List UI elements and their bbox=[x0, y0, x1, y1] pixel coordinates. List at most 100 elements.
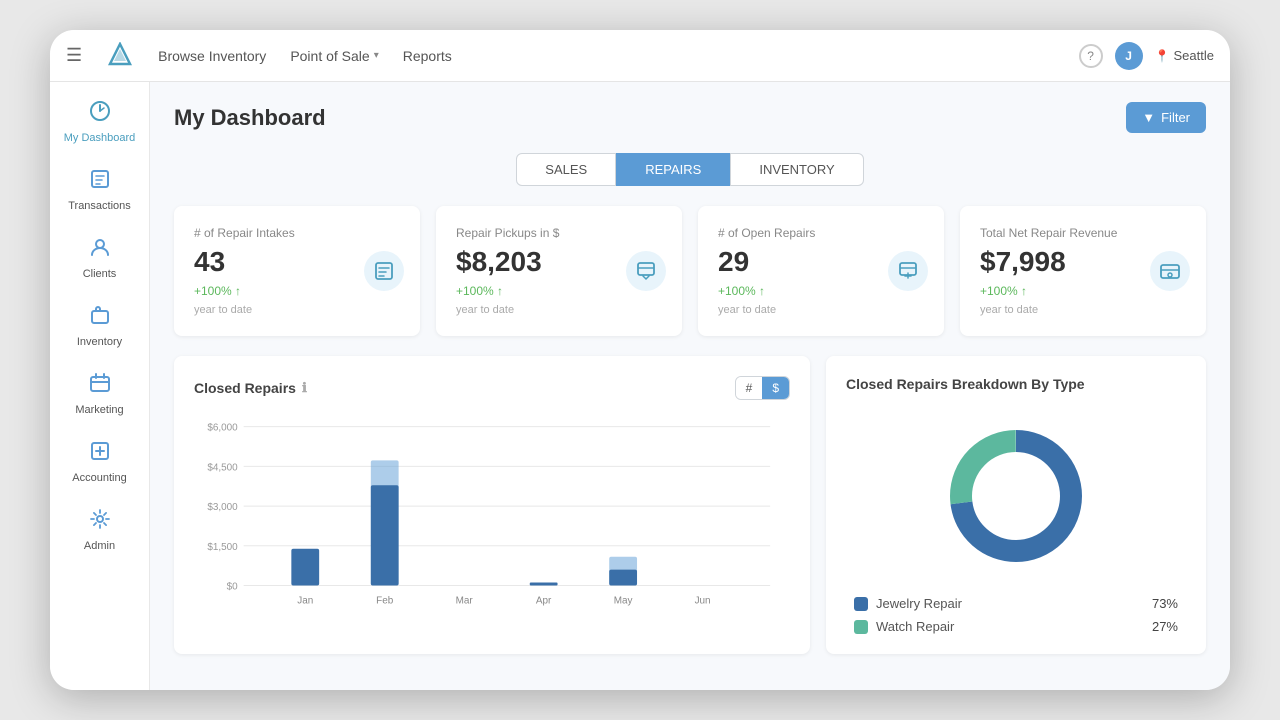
sidebar-label-admin: Admin bbox=[84, 540, 115, 552]
page-title: My Dashboard bbox=[174, 105, 326, 131]
dashboard-icon bbox=[89, 100, 111, 128]
sidebar: My Dashboard Transactions bbox=[50, 82, 150, 690]
sidebar-label-clients: Clients bbox=[83, 268, 117, 280]
legend-pct-jewelry: 73% bbox=[1152, 596, 1178, 611]
arrow-up-icon: ↑ bbox=[1021, 284, 1027, 298]
sidebar-item-admin[interactable]: Admin bbox=[55, 498, 145, 562]
stat-label-repair-intakes: # of Repair Intakes bbox=[194, 226, 400, 240]
location-pin-icon: 📍 bbox=[1155, 49, 1170, 63]
sidebar-item-transactions[interactable]: Transactions bbox=[55, 158, 145, 222]
info-icon[interactable]: ℹ bbox=[302, 380, 307, 396]
accounting-icon bbox=[89, 440, 111, 468]
tab-repairs[interactable]: REPAIRS bbox=[616, 153, 730, 186]
svg-text:Jun: Jun bbox=[695, 595, 711, 606]
svg-text:Feb: Feb bbox=[376, 595, 394, 606]
stat-card-net-revenue: Total Net Repair Revenue $7,998 +100% ↑ … bbox=[960, 206, 1206, 336]
donut-chart-svg bbox=[936, 416, 1096, 576]
sidebar-item-clients[interactable]: Clients bbox=[55, 226, 145, 290]
location-selector[interactable]: 📍 Seattle bbox=[1155, 48, 1214, 63]
content-header: My Dashboard ▼ Filter bbox=[174, 102, 1206, 133]
closed-repairs-chart: Closed Repairs ℹ # $ bbox=[174, 356, 810, 654]
stat-label-repair-pickups: Repair Pickups in $ bbox=[456, 226, 662, 240]
legend-label-watch: Watch Repair bbox=[876, 619, 1152, 634]
stat-icon-open-repairs bbox=[888, 251, 928, 291]
arrow-up-icon: ↑ bbox=[497, 284, 503, 298]
nav-browse-inventory[interactable]: Browse Inventory bbox=[158, 48, 266, 64]
stat-icon-repair-intakes bbox=[364, 251, 404, 291]
stat-change-net-revenue: +100% ↑ bbox=[980, 284, 1186, 298]
nav-point-of-sale[interactable]: Point of Sale ▾ bbox=[290, 48, 378, 64]
stat-icon-net-revenue bbox=[1150, 251, 1190, 291]
stat-label-open-repairs: # of Open Repairs bbox=[718, 226, 924, 240]
stat-period-net-revenue: year to date bbox=[980, 304, 1186, 316]
svg-text:$3,000: $3,000 bbox=[207, 502, 238, 513]
sidebar-label-my-dashboard: My Dashboard bbox=[64, 132, 136, 144]
arrow-up-icon: ↑ bbox=[759, 284, 765, 298]
legend-pct-watch: 27% bbox=[1152, 619, 1178, 634]
help-button[interactable]: ? bbox=[1079, 44, 1103, 68]
stat-period-open-repairs: year to date bbox=[718, 304, 924, 316]
svg-text:$0: $0 bbox=[227, 582, 239, 593]
svg-text:Apr: Apr bbox=[536, 595, 552, 606]
svg-text:$6,000: $6,000 bbox=[207, 423, 238, 434]
legend-item-watch: Watch Repair 27% bbox=[854, 619, 1178, 634]
legend-item-jewelry: Jewelry Repair 73% bbox=[854, 596, 1178, 611]
stats-row: # of Repair Intakes 43 +100% ↑ year to d… bbox=[174, 206, 1206, 336]
donut-svg-wrap bbox=[936, 416, 1096, 576]
stat-change-repair-intakes: +100% ↑ bbox=[194, 284, 400, 298]
app-logo bbox=[106, 42, 134, 70]
inventory-icon bbox=[89, 304, 111, 332]
sidebar-item-accounting[interactable]: Accounting bbox=[55, 430, 145, 494]
arrow-up-icon: ↑ bbox=[235, 284, 241, 298]
user-avatar[interactable]: J bbox=[1115, 42, 1143, 70]
sidebar-item-marketing[interactable]: Marketing bbox=[55, 362, 145, 426]
stat-card-open-repairs: # of Open Repairs 29 +100% ↑ year to dat… bbox=[698, 206, 944, 336]
filter-icon: ▼ bbox=[1142, 110, 1155, 125]
chart-header-breakdown: Closed Repairs Breakdown By Type bbox=[846, 376, 1186, 392]
stat-card-repair-pickups: Repair Pickups in $ $8,203 +100% ↑ year … bbox=[436, 206, 682, 336]
legend-dot-jewelry bbox=[854, 597, 868, 611]
svg-text:Jan: Jan bbox=[297, 595, 313, 606]
transactions-icon bbox=[89, 168, 111, 196]
svg-text:$1,500: $1,500 bbox=[207, 542, 238, 553]
nav-links: Browse Inventory Point of Sale ▾ Reports bbox=[158, 48, 1054, 64]
stat-change-repair-pickups: +100% ↑ bbox=[456, 284, 662, 298]
tab-sales[interactable]: SALES bbox=[516, 153, 616, 186]
stat-label-net-revenue: Total Net Repair Revenue bbox=[980, 226, 1186, 240]
svg-text:Mar: Mar bbox=[456, 595, 474, 606]
donut-container: Jewelry Repair 73% Watch Repair 27% bbox=[846, 408, 1186, 634]
top-navigation: ☰ Browse Inventory Point of Sale ▾ Repor… bbox=[50, 30, 1230, 82]
admin-icon bbox=[89, 508, 111, 536]
tab-inventory[interactable]: INVENTORY bbox=[730, 153, 863, 186]
svg-text:May: May bbox=[614, 595, 633, 606]
breakdown-chart: Closed Repairs Breakdown By Type bbox=[826, 356, 1206, 654]
charts-row: Closed Repairs ℹ # $ bbox=[174, 356, 1206, 654]
sidebar-label-transactions: Transactions bbox=[68, 200, 131, 212]
sidebar-item-my-dashboard[interactable]: My Dashboard bbox=[55, 90, 145, 154]
sidebar-item-inventory[interactable]: Inventory bbox=[55, 294, 145, 358]
bar-chart-svg: $6,000 $4,500 $3,000 $1,500 $0 bbox=[194, 416, 790, 616]
sidebar-label-accounting: Accounting bbox=[72, 472, 126, 484]
chevron-down-icon: ▾ bbox=[374, 50, 379, 61]
marketing-icon bbox=[89, 372, 111, 400]
tab-bar: SALES REPAIRS INVENTORY bbox=[174, 153, 1206, 186]
legend-label-jewelry: Jewelry Repair bbox=[876, 596, 1152, 611]
menu-icon[interactable]: ☰ bbox=[66, 45, 82, 66]
toggle-hash-button[interactable]: # bbox=[736, 377, 763, 399]
bar-chart-area: $6,000 $4,500 $3,000 $1,500 $0 bbox=[194, 416, 790, 616]
toggle-dollar-button[interactable]: $ bbox=[762, 377, 789, 399]
main-layout: My Dashboard Transactions bbox=[50, 82, 1230, 690]
chart-header-closed-repairs: Closed Repairs ℹ # $ bbox=[194, 376, 790, 400]
stat-period-repair-intakes: year to date bbox=[194, 304, 400, 316]
stat-card-repair-intakes: # of Repair Intakes 43 +100% ↑ year to d… bbox=[174, 206, 420, 336]
chart-legend: Jewelry Repair 73% Watch Repair 27% bbox=[846, 596, 1186, 634]
nav-reports[interactable]: Reports bbox=[403, 48, 452, 64]
clients-icon bbox=[89, 236, 111, 264]
legend-dot-watch bbox=[854, 620, 868, 634]
stat-icon-repair-pickups bbox=[626, 251, 666, 291]
stat-period-repair-pickups: year to date bbox=[456, 304, 662, 316]
chart-title-breakdown: Closed Repairs Breakdown By Type bbox=[846, 376, 1085, 392]
sidebar-label-inventory: Inventory bbox=[77, 336, 122, 348]
chart-title-closed-repairs: Closed Repairs ℹ bbox=[194, 380, 307, 396]
filter-button[interactable]: ▼ Filter bbox=[1126, 102, 1206, 133]
